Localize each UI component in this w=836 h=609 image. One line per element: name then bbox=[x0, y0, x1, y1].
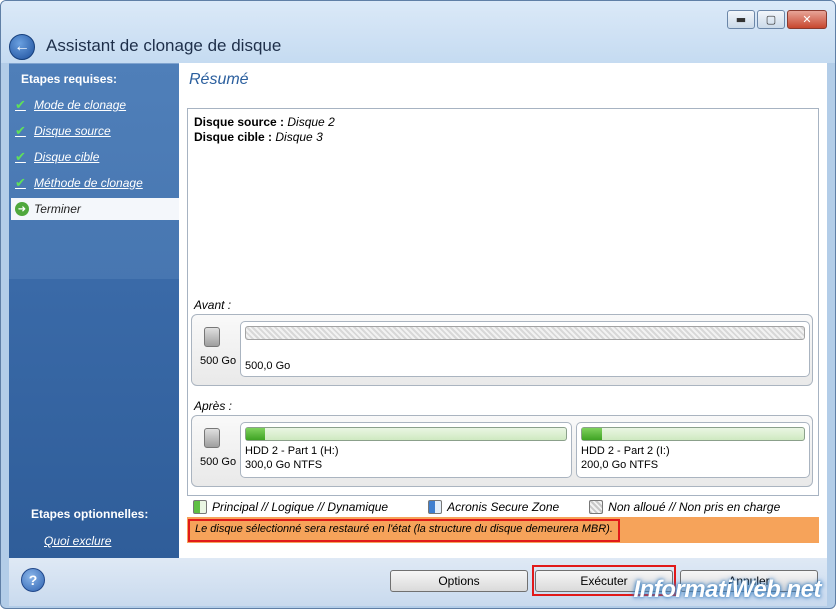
partition-name: HDD 2 - Part 1 (H:) bbox=[245, 445, 339, 457]
back-button[interactable]: ← bbox=[9, 34, 35, 60]
minimize-button[interactable]: ▬ bbox=[727, 10, 755, 29]
secure-zone-icon bbox=[428, 500, 443, 514]
arrow-right-icon: ➜ bbox=[15, 202, 29, 216]
check-icon: ✔ bbox=[15, 149, 26, 165]
check-icon: ✔ bbox=[15, 175, 26, 191]
sidebar-item-label: Disque cible bbox=[34, 150, 100, 164]
before-label: Avant : bbox=[194, 298, 232, 312]
title-bar: ▬ ▢ ✕ ← Assistant de clonage de disque bbox=[1, 1, 835, 63]
optional-steps-header: Etapes optionnelles: bbox=[31, 507, 149, 521]
target-disk-label: Disque cible : bbox=[194, 130, 273, 144]
window-controls: ▬ ▢ ✕ bbox=[727, 10, 827, 29]
warning-bar: Le disque sélectionné sera restauré en l… bbox=[187, 517, 819, 543]
disk-before[interactable]: 500 Go 500,0 Go bbox=[191, 314, 813, 386]
close-button[interactable]: ✕ bbox=[787, 10, 827, 29]
source-disk-value: Disque 2 bbox=[287, 115, 335, 129]
arrow-left-icon: ← bbox=[14, 38, 30, 55]
main-content: Résumé Disque source : Disque 2 Disque c… bbox=[179, 63, 827, 558]
target-disk-line: Disque cible : Disque 3 bbox=[194, 130, 323, 144]
required-steps-header: Etapes requises: bbox=[21, 72, 118, 86]
summary-panel: Disque source : Disque 2 Disque cible : … bbox=[187, 108, 819, 496]
unallocated-icon bbox=[589, 500, 604, 514]
window-title: Assistant de clonage de disque bbox=[46, 36, 282, 55]
sidebar-item-disque-source[interactable]: ✔ Disque source bbox=[15, 120, 179, 142]
sidebar-item-label: Mode de clonage bbox=[34, 98, 127, 112]
partition-unallocated[interactable]: 500,0 Go bbox=[240, 321, 810, 377]
check-icon: ✔ bbox=[15, 97, 26, 113]
legend-primary: Principal // Logique // Dynamique bbox=[212, 500, 389, 514]
disk-after[interactable]: 500 Go HDD 2 - Part 1 (H:) 300,0 Go NTFS… bbox=[191, 415, 813, 487]
after-label: Après : bbox=[194, 399, 233, 413]
hard-disk-icon bbox=[204, 428, 220, 448]
sidebar-item-label: Terminer bbox=[34, 202, 81, 216]
sidebar-item-quoi-exclure[interactable]: Quoi exclure bbox=[44, 534, 111, 548]
sidebar-item-disque-cible[interactable]: ✔ Disque cible bbox=[15, 146, 179, 168]
partition-used-fill bbox=[246, 428, 266, 440]
partition-size: 300,0 Go NTFS bbox=[245, 459, 323, 471]
partition-name: HDD 2 - Part 2 (I:) bbox=[581, 445, 670, 457]
partition-size: 200,0 Go NTFS bbox=[581, 459, 659, 471]
partition-1[interactable]: HDD 2 - Part 1 (H:) 300,0 Go NTFS bbox=[240, 422, 572, 478]
disk-size: 500 Go bbox=[200, 456, 237, 468]
target-disk-value: Disque 3 bbox=[275, 130, 323, 144]
legend-secure: Acronis Secure Zone bbox=[447, 500, 560, 514]
execute-label: Exécuter bbox=[580, 574, 628, 588]
sidebar-item-mode-de-clonage[interactable]: ✔ Mode de clonage bbox=[15, 94, 179, 116]
partition-bar bbox=[245, 427, 567, 441]
source-disk-line: Disque source : Disque 2 bbox=[194, 115, 335, 129]
options-button[interactable]: Options bbox=[390, 570, 528, 592]
warning-message: Le disque sélectionné sera restauré en l… bbox=[188, 519, 620, 542]
maximize-button[interactable]: ▢ bbox=[757, 10, 785, 29]
hard-disk-icon bbox=[204, 327, 220, 347]
page-title: Résumé bbox=[189, 71, 249, 88]
sidebar-item-methode-de-clonage[interactable]: ✔ Méthode de clonage bbox=[15, 172, 179, 194]
partition-2[interactable]: HDD 2 - Part 2 (I:) 200,0 Go NTFS bbox=[576, 422, 810, 478]
primary-partition-icon bbox=[193, 500, 207, 514]
check-icon: ✔ bbox=[15, 123, 26, 139]
watermark: InformatiWeb.net bbox=[633, 576, 821, 603]
button-bar: ? Options Exécuter Annuler InformatiWeb.… bbox=[9, 558, 827, 606]
partition-used-fill bbox=[582, 428, 602, 440]
sidebar: Etapes requises: ✔ Mode de clonage ✔ Dis… bbox=[9, 63, 179, 559]
partition-bar bbox=[581, 427, 805, 441]
help-button[interactable]: ? bbox=[21, 568, 45, 592]
source-disk-label: Disque source : bbox=[194, 115, 285, 129]
legend-unallocated: Non alloué // Non pris en charge bbox=[608, 500, 781, 514]
partition-size: 500,0 Go bbox=[245, 360, 291, 372]
sidebar-item-label: Méthode de clonage bbox=[34, 176, 143, 190]
sidebar-item-terminer[interactable]: ➜ Terminer bbox=[11, 198, 179, 220]
sidebar-item-label: Disque source bbox=[34, 124, 111, 138]
partition-bar bbox=[245, 326, 805, 340]
window: ▬ ▢ ✕ ← Assistant de clonage de disque E… bbox=[0, 0, 836, 609]
options-label: Options bbox=[438, 574, 480, 588]
disk-size: 500 Go bbox=[200, 355, 237, 367]
legend: Principal // Logique // Dynamique Acroni… bbox=[187, 497, 819, 517]
